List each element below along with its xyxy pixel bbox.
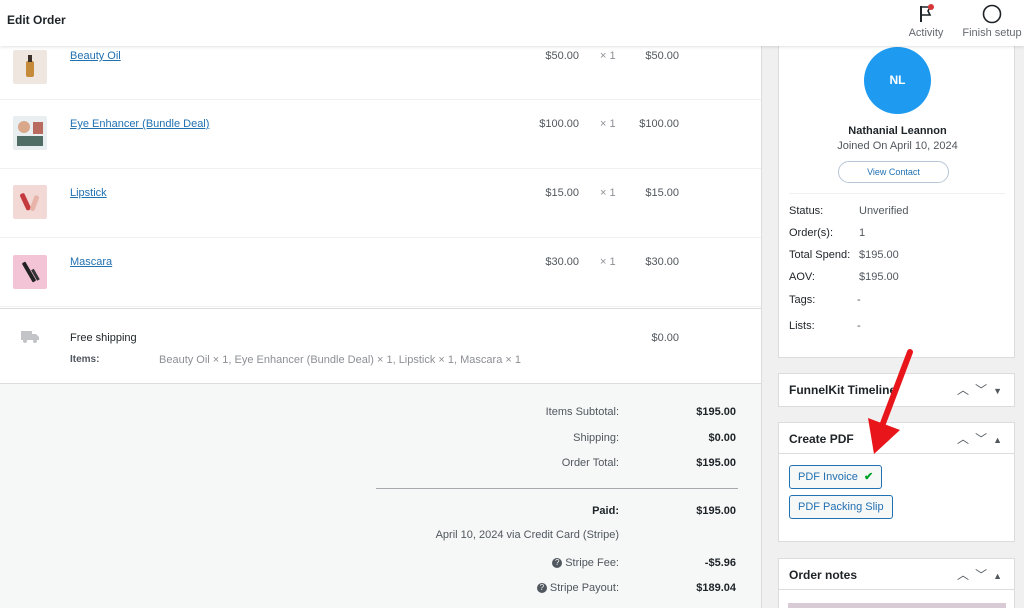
page-title: Edit Order xyxy=(7,13,66,27)
order-notes-title: Order notes xyxy=(789,568,858,582)
totals-divider xyxy=(376,488,738,489)
tags-label: Tags: xyxy=(789,294,816,306)
toggle-panel-icon[interactable]: ▲ xyxy=(993,435,1008,445)
eye-enhancer-thumbnail xyxy=(13,116,47,150)
item-total: $30.00 xyxy=(645,256,679,268)
lists-label: Lists: xyxy=(789,320,815,332)
orders-value: 1 xyxy=(859,227,866,239)
shipping-items-label: Items: xyxy=(70,354,100,365)
item-name-link[interactable]: Beauty Oil xyxy=(70,50,121,62)
lists-value: - xyxy=(857,320,861,332)
order-item-row: Eye Enhancer (Bundle Deal) $100.00 × 1 $… xyxy=(0,100,761,169)
stripe-payout-label: ? Stripe Payout: xyxy=(536,582,619,594)
finish-setup-label: Finish setup xyxy=(962,27,1022,39)
subtotal-value: $195.00 xyxy=(696,406,736,418)
move-down-icon[interactable]: ﹀ xyxy=(975,432,993,446)
order-total-label: Order Total: xyxy=(561,457,619,469)
aov-value: $195.00 xyxy=(859,271,899,283)
move-up-icon[interactable]: ︿ xyxy=(957,383,975,397)
move-down-icon[interactable]: ﹀ xyxy=(975,568,993,582)
item-cost: $30.00 xyxy=(545,256,579,268)
order-items-panel: Beauty Oil $50.00 × 1 $50.00 Eye Enhance… xyxy=(0,46,762,608)
box-controls: ︿﹀▲ xyxy=(957,566,1008,583)
activity-button[interactable]: Activity xyxy=(903,3,949,39)
create-pdf-title: Create PDF xyxy=(789,432,854,446)
status-value: Unverified xyxy=(859,205,909,217)
flag-icon xyxy=(903,3,949,25)
item-total: $15.00 xyxy=(645,187,679,199)
lipstick-thumbnail xyxy=(13,185,47,219)
toggle-panel-icon[interactable]: ▼ xyxy=(993,386,1008,396)
shipping-method: Free shipping xyxy=(70,332,137,344)
shipping-total-value: $0.00 xyxy=(708,432,736,444)
checkmark-icon: ✔ xyxy=(863,471,874,483)
customer-box: NL Nathanial Leannon Joined On April 10,… xyxy=(778,46,1015,358)
pdf-packing-slip-button[interactable]: PDF Packing Slip xyxy=(789,495,893,519)
note-preview xyxy=(788,603,1006,608)
view-contact-button[interactable]: View Contact xyxy=(838,161,949,183)
customer-name: Nathanial Leannon xyxy=(848,125,947,137)
order-notes-header[interactable]: Order notes ︿﹀▲ xyxy=(779,559,1014,590)
total-spend-label: Total Spend: xyxy=(789,249,851,261)
orders-label: Order(s): xyxy=(789,227,833,239)
box-controls: ︿﹀▼ xyxy=(957,381,1008,398)
annotation-arrow xyxy=(868,349,913,454)
box-controls: ︿﹀▲ xyxy=(957,430,1008,447)
tags-value: - xyxy=(857,294,861,306)
move-down-icon[interactable]: ﹀ xyxy=(975,383,993,397)
paid-note: April 10, 2024 via Credit Card (Stripe) xyxy=(435,529,619,541)
item-total: $100.00 xyxy=(639,118,679,130)
avatar: NL xyxy=(864,47,931,114)
paid-value: $195.00 xyxy=(696,505,736,517)
aov-label: AOV: xyxy=(789,271,815,283)
top-bar: Edit Order Activity Finish setup xyxy=(0,0,1024,46)
total-spend-value: $195.00 xyxy=(859,249,899,261)
shipping-line: Free shipping Items: Beauty Oil × 1, Eye… xyxy=(0,308,761,384)
pdf-invoice-button[interactable]: PDF Invoice ✔ xyxy=(789,465,883,489)
activity-label: Activity xyxy=(908,27,944,39)
move-up-icon[interactable]: ︿ xyxy=(957,568,975,582)
divider xyxy=(789,193,1005,194)
beauty-oil-thumbnail xyxy=(13,50,47,84)
stripe-fee-label: ? Stripe Fee: xyxy=(552,557,619,569)
order-total-value: $195.00 xyxy=(696,457,736,469)
progress-circle-icon xyxy=(960,3,1024,25)
order-totals: Items Subtotal: $195.00 Shipping: $0.00 … xyxy=(0,384,761,608)
item-qty: × 1 xyxy=(600,256,616,268)
item-name-link[interactable]: Lipstick xyxy=(70,187,107,199)
item-qty: × 1 xyxy=(600,118,616,130)
item-name-link[interactable]: Eye Enhancer (Bundle Deal) xyxy=(70,118,209,130)
item-cost: $15.00 xyxy=(545,187,579,199)
order-notes-box: Order notes ︿﹀▲ xyxy=(778,558,1015,608)
help-icon[interactable]: ? xyxy=(552,558,563,569)
item-qty: × 1 xyxy=(600,187,616,199)
move-up-icon[interactable]: ︿ xyxy=(957,432,975,446)
item-cost: $100.00 xyxy=(539,118,579,130)
help-icon[interactable]: ? xyxy=(536,583,547,594)
status-label: Status: xyxy=(789,205,824,217)
stripe-payout-value: $189.04 xyxy=(696,582,736,594)
mascara-thumbnail xyxy=(13,255,47,289)
item-qty: × 1 xyxy=(600,50,616,62)
order-item-row: Lipstick $15.00 × 1 $15.00 xyxy=(0,169,761,238)
paid-label: Paid: xyxy=(592,505,619,517)
item-total: $50.00 xyxy=(645,50,679,62)
shipping-cost: $0.00 xyxy=(651,332,679,344)
order-item-row: Mascara $30.00 × 1 $30.00 xyxy=(0,238,761,307)
toggle-panel-icon[interactable]: ▲ xyxy=(993,571,1008,581)
stripe-fee-value: -$5.96 xyxy=(704,557,736,569)
subtotal-label: Items Subtotal: xyxy=(545,406,619,418)
shipping-total-label: Shipping: xyxy=(573,432,619,444)
customer-joined: Joined On April 10, 2024 xyxy=(837,140,958,152)
item-name-link[interactable]: Mascara xyxy=(70,256,112,268)
shipping-items-value: Beauty Oil × 1, Eye Enhancer (Bundle Dea… xyxy=(159,354,521,366)
finish-setup-button[interactable]: Finish setup xyxy=(960,3,1024,39)
truck-icon xyxy=(21,329,40,347)
item-cost: $50.00 xyxy=(545,50,579,62)
